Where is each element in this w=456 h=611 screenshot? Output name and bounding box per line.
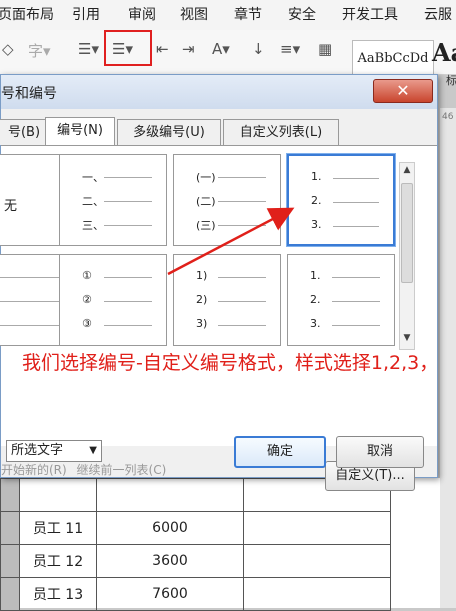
table-row: 员工 13 7600 (0, 577, 391, 611)
ribbon-menubar: 页面布局 引用 审阅 视图 章节 安全 开发工具 云服 (0, 0, 456, 31)
close-icon: ✕ (396, 81, 410, 100)
chevron-down-icon: ▼ (89, 445, 97, 456)
table-cell-value[interactable] (96, 478, 244, 512)
gallery-cell-circled[interactable]: ① ② ③ (59, 254, 167, 346)
bullets-numbering-dialog: 号和编号 ✕ 号(B) 编号(N) 多级编号(U) 自定义列表(L) 无 一、 … (0, 74, 438, 491)
tab-page-layout[interactable]: 页面布局 (0, 4, 54, 24)
increase-indent-icon[interactable]: ⇥ (182, 40, 195, 58)
style-preview-heading[interactable]: Aa (432, 38, 456, 67)
table-row: 员工 11 6000 (0, 511, 391, 545)
eraser-icon[interactable]: ◇ (2, 40, 14, 58)
table-cell-value[interactable]: 3600 (96, 544, 244, 578)
text-direction-icon[interactable]: A▾ (212, 40, 230, 58)
close-button[interactable]: ✕ (373, 79, 433, 103)
restart-numbering-radio[interactable]: 开始新的(R) (1, 463, 67, 477)
tab-developer[interactable]: 开发工具 (342, 4, 398, 24)
tab-cloud[interactable]: 云服 (424, 4, 452, 24)
line-spacing-icon[interactable]: ≡▾ (280, 40, 300, 58)
decrease-indent-icon[interactable]: ⇤ (156, 40, 169, 58)
gallery-cell-arabic-dot-2[interactable]: 1. 2. 3. (287, 254, 395, 346)
none-label: 无 (4, 199, 18, 214)
document-area: 员工 11 6000 员工 12 3600 员工 13 7600 (0, 478, 440, 611)
continue-list-radio[interactable]: 继续前一列表(C) (77, 463, 167, 477)
apply-to-select[interactable]: 所选文字 ▼ (6, 440, 102, 462)
table-cell-name[interactable]: 员工 13 (19, 577, 97, 611)
table-cell-value[interactable]: 6000 (96, 511, 244, 545)
scroll-thumb[interactable] (401, 183, 413, 283)
gallery-cell-arabic-paren[interactable]: 1) 2) 3) (173, 254, 281, 346)
ruler-mark: 46 (442, 112, 454, 122)
numbering-panel: 无 一、 二、 三、 (一) (二) (三) 1. 2. 3. ① ② ③ 1)… (0, 145, 437, 446)
tab-custom-list[interactable]: 自定义列表(L) (223, 119, 339, 145)
table-cell-name[interactable] (19, 478, 97, 512)
tab-review[interactable]: 审阅 (128, 4, 156, 24)
dialog-title: 号和编号 (1, 86, 57, 102)
table-cell-value[interactable]: 7600 (96, 577, 244, 611)
bullet-list-icon[interactable]: ☰▾ (78, 40, 99, 58)
phonetic-icon[interactable]: 字▾ (28, 40, 51, 61)
table-cell-name[interactable]: 员工 12 (19, 544, 97, 578)
style-preview-label: 标 (446, 74, 456, 87)
scroll-down-icon[interactable]: ▼ (400, 333, 414, 347)
ok-button[interactable]: 确定 (234, 436, 326, 468)
tab-references[interactable]: 引用 (72, 4, 100, 24)
table-cell-name[interactable]: 员工 11 (19, 511, 97, 545)
tab-security[interactable]: 安全 (288, 4, 316, 24)
restart-options: 开始新的(R) 继续前一列表(C) (1, 461, 166, 478)
dialog-titlebar[interactable]: 号和编号 ✕ (1, 75, 437, 109)
gallery-cell-chinese-paren[interactable]: (一) (二) (三) (173, 154, 281, 246)
style-preview-normal[interactable]: AaBbCcDd (352, 40, 434, 76)
numbered-list-highlight (104, 30, 152, 66)
instruction-annotation: 我们选择编号-自定义编号格式，样式选择1,2,3， (22, 352, 439, 374)
cancel-button[interactable]: 取消 (336, 436, 424, 468)
scroll-up-icon[interactable]: ▲ (400, 165, 414, 179)
paragraph-icon[interactable]: ▦ (318, 40, 332, 58)
numbering-gallery: 无 一、 二、 三、 (一) (二) (三) 1. 2. 3. ① ② ③ 1)… (0, 153, 415, 434)
tab-numbering[interactable]: 编号(N) (45, 117, 115, 145)
apply-to-value: 所选文字 (11, 443, 64, 458)
tab-bullets[interactable]: 号(B) (0, 119, 49, 145)
tab-multilevel[interactable]: 多级编号(U) (117, 119, 221, 145)
sort-icon[interactable]: ↓ (252, 40, 265, 58)
gallery-cell-chinese[interactable]: 一、 二、 三、 (59, 154, 167, 246)
employee-table: 员工 11 6000 员工 12 3600 员工 13 7600 (0, 478, 391, 611)
table-row: 员工 12 3600 (0, 544, 391, 578)
tab-section[interactable]: 章节 (234, 4, 262, 24)
tab-view[interactable]: 视图 (180, 4, 208, 24)
gallery-cell-arabic-dot[interactable]: 1. 2. 3. (286, 153, 396, 247)
gallery-scrollbar[interactable]: ▲ ▼ (399, 162, 415, 350)
